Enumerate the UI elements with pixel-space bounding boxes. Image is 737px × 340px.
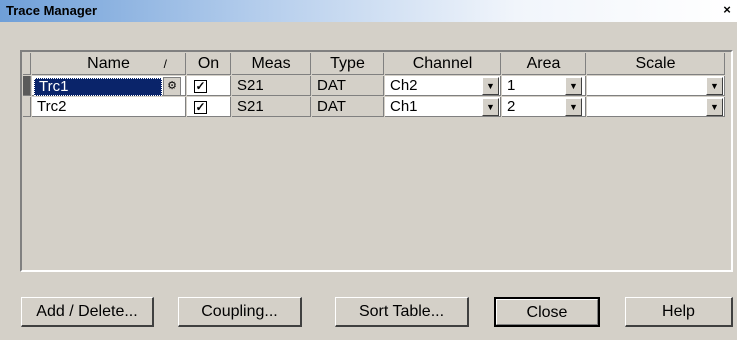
header-name[interactable]: Name / bbox=[32, 53, 186, 75]
header-name-label: Name bbox=[87, 55, 130, 72]
title-bar: Trace Manager × bbox=[0, 0, 737, 22]
scale-dropdown-icon-1[interactable]: ▼ bbox=[706, 77, 723, 95]
area-dropdown-icon-2[interactable]: ▼ bbox=[565, 98, 582, 116]
area-value-2: 2 bbox=[507, 98, 516, 115]
row-selector-2[interactable] bbox=[23, 97, 31, 117]
header-area[interactable]: Area bbox=[502, 53, 586, 75]
add-delete-button[interactable]: Add / Delete... bbox=[21, 297, 154, 327]
scale-dropdown-icon-2[interactable]: ▼ bbox=[706, 98, 723, 116]
name-field-2[interactable]: Trc2 bbox=[32, 97, 186, 117]
header-on[interactable]: On bbox=[187, 53, 231, 75]
coupling-button[interactable]: Coupling... bbox=[178, 297, 302, 327]
sort-table-button[interactable]: Sort Table... bbox=[335, 297, 469, 327]
channel-dropdown-icon-2[interactable]: ▼ bbox=[482, 98, 499, 116]
meas-cell-2: S21 bbox=[232, 97, 311, 117]
meas-cell-1: S21 bbox=[232, 76, 311, 96]
close-button-label: Close bbox=[526, 304, 568, 321]
help-button[interactable]: Help bbox=[625, 297, 733, 327]
area-dropdown-icon-1[interactable]: ▼ bbox=[565, 77, 582, 95]
row-selector-1[interactable] bbox=[23, 76, 31, 96]
channel-value-1: Ch2 bbox=[390, 77, 418, 94]
close-button[interactable]: Close bbox=[494, 297, 600, 327]
row-selector-header bbox=[23, 53, 31, 75]
name-edit-icon[interactable]: ⚙ bbox=[163, 77, 181, 96]
header-scale[interactable]: Scale bbox=[587, 53, 725, 75]
scale-select-2[interactable] bbox=[587, 97, 725, 117]
sort-indicator-icon: / bbox=[163, 57, 167, 71]
header-meas[interactable]: Meas bbox=[232, 53, 311, 75]
channel-dropdown-icon-1[interactable]: ▼ bbox=[482, 77, 499, 95]
header-channel[interactable]: Channel bbox=[385, 53, 501, 75]
area-value-1: 1 bbox=[507, 77, 516, 94]
name-field-1[interactable]: Trc1 bbox=[34, 78, 162, 96]
on-checkbox-2[interactable]: ✓ bbox=[194, 101, 207, 114]
on-checkbox-1[interactable]: ✓ bbox=[194, 80, 207, 93]
type-cell-2: DAT bbox=[312, 97, 384, 117]
close-icon[interactable]: × bbox=[719, 3, 735, 19]
channel-value-2: Ch1 bbox=[390, 98, 418, 115]
scale-select-1[interactable] bbox=[587, 76, 725, 96]
type-cell-1: DAT bbox=[312, 76, 384, 96]
window-title: Trace Manager bbox=[6, 3, 98, 18]
header-type[interactable]: Type bbox=[312, 53, 384, 75]
